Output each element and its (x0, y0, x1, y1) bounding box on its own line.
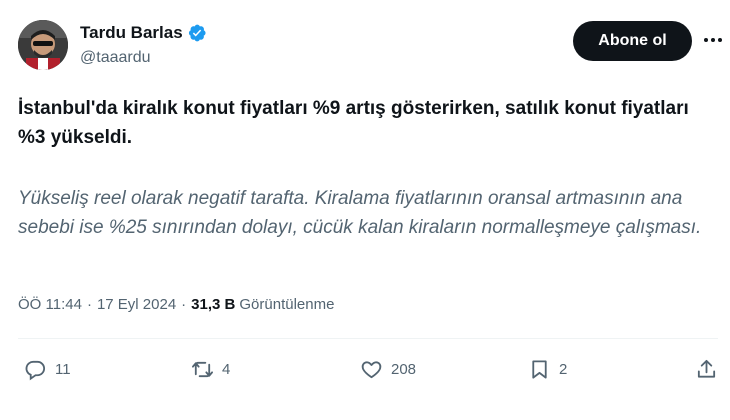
share-button[interactable] (695, 358, 718, 381)
reply-icon (25, 360, 46, 381)
views-count: 31,3 B (191, 296, 236, 313)
tweet-text-main: İstanbul'da kiralık konut fiyatları %9 a… (18, 98, 689, 148)
tweet-time[interactable]: ÖÖ 11:44 (18, 296, 82, 313)
author-handle[interactable]: @taaardu (80, 49, 151, 67)
like-button[interactable]: 208 (360, 358, 416, 381)
share-icon (697, 359, 716, 378)
verified-badge-icon (187, 23, 207, 43)
action-bar: 11 4 208 2 (0, 358, 730, 388)
like-count: 208 (391, 361, 417, 378)
views-label: Görüntülenme (239, 296, 335, 313)
divider (18, 338, 718, 339)
repost-count: 4 (222, 361, 231, 378)
bookmark-count: 2 (559, 361, 568, 378)
follow-button[interactable]: Abone ol (573, 21, 692, 61)
repost-icon (192, 361, 213, 378)
reply-count: 11 (55, 361, 71, 378)
avatar[interactable] (18, 20, 68, 70)
bookmark-button[interactable]: 2 (528, 358, 567, 381)
repost-button[interactable]: 4 (191, 358, 230, 381)
tweet-meta: ÖÖ 11:44 · 17 Eyl 2024 · 31,3 B Görüntül… (18, 296, 334, 313)
author-name[interactable]: Tardu Barlas (80, 23, 183, 43)
tweet-text-note: Yükseliş reel olarak negatif tarafta. Ki… (18, 188, 702, 238)
more-icon[interactable] (703, 30, 723, 50)
meta-separator: · (86, 296, 92, 313)
avatar-image (18, 20, 68, 70)
reply-button[interactable]: 11 (24, 358, 71, 381)
display-name[interactable]: Tardu Barlas (80, 23, 207, 43)
tweet-date[interactable]: 17 Eyl 2024 (97, 296, 176, 313)
meta-separator: · (181, 296, 187, 313)
bookmark-icon (532, 360, 547, 379)
like-icon (361, 361, 382, 379)
